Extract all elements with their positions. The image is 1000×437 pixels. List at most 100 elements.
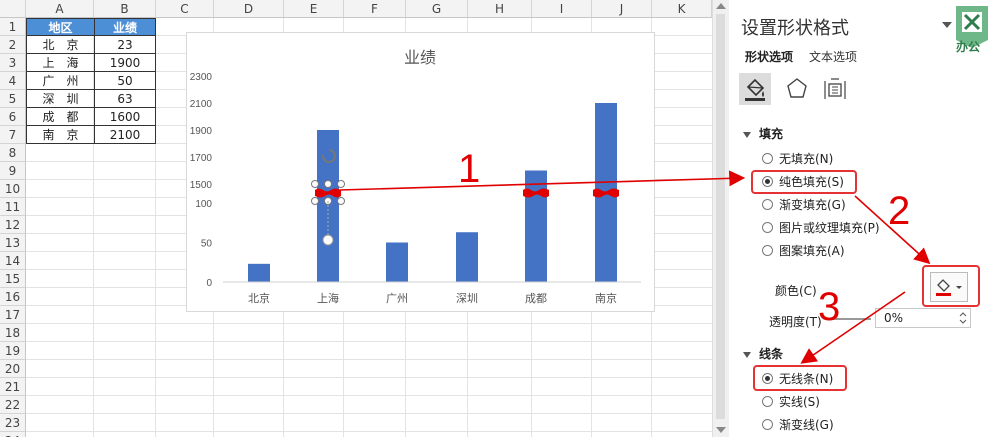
table-cell-region[interactable]: 成 都 <box>26 108 95 126</box>
chart-category-label: 南京 <box>595 291 617 305</box>
col-header-i[interactable]: I <box>532 0 592 18</box>
row-header-2[interactable]: 2 <box>0 36 26 54</box>
row-header-9[interactable]: 9 <box>0 162 26 180</box>
fill-option-0[interactable]: 无填充(N) <box>762 151 833 167</box>
vertical-scrollbar[interactable] <box>712 0 729 437</box>
chart-canvas: 业绩北京 上海 广州 深圳 成都 南京 1500 1700 1900 2100 2300 0 50 100 <box>190 49 641 305</box>
grid-row-line <box>26 395 712 396</box>
scroll-down-icon[interactable] <box>716 427 726 433</box>
col-header-k[interactable]: K <box>652 0 712 18</box>
transparency-label: 透明度(T) <box>769 315 822 329</box>
chart-ytick-label: 1900 <box>190 126 213 137</box>
table-cell-region[interactable]: 深 圳 <box>26 90 95 108</box>
fill-option-4[interactable]: 图案填充(A) <box>762 243 845 259</box>
table-cell-region[interactable]: 南 京 <box>26 126 95 144</box>
row-header-4[interactable]: 4 <box>0 72 26 90</box>
col-header-g[interactable]: G <box>406 0 468 18</box>
table-cell-sales[interactable]: 50 <box>94 72 156 90</box>
tab-text-options[interactable]: 文本选项 <box>809 48 857 65</box>
radio-icon[interactable] <box>762 222 773 233</box>
grid-row-line <box>26 377 712 378</box>
line-option-2[interactable]: 渐变线(G) <box>762 417 834 433</box>
row-header-7[interactable]: 7 <box>0 126 26 144</box>
row-header-13[interactable]: 13 <box>0 234 26 252</box>
radio-icon[interactable] <box>762 199 773 210</box>
chart-category-label: 上海 <box>317 291 339 305</box>
chart-category-label: 广州 <box>386 292 408 305</box>
panel-dropdown-icon[interactable] <box>942 22 952 28</box>
chart-bar-0 <box>248 263 270 282</box>
col-header-c[interactable]: C <box>156 0 214 18</box>
col-header-e[interactable]: E <box>284 0 344 18</box>
row-header-3[interactable]: 3 <box>0 54 26 72</box>
chart-ytick-label: 2100 <box>190 99 213 110</box>
row-header-5[interactable]: 5 <box>0 90 26 108</box>
selection-handle <box>311 197 319 205</box>
table-cell-region[interactable]: 上 海 <box>26 54 95 72</box>
row-header-21[interactable]: 21 <box>0 378 26 396</box>
fill-option-label: 图案填充(A) <box>779 244 845 258</box>
row-header-12[interactable]: 12 <box>0 216 26 234</box>
fill-section-label: 填充 <box>759 127 784 141</box>
tab-shape-options[interactable]: 形状选项 <box>745 48 793 65</box>
col-header-h[interactable]: H <box>468 0 532 18</box>
col-header-f[interactable]: F <box>344 0 406 18</box>
table-cell-sales[interactable]: 63 <box>94 90 156 108</box>
table-cell-region[interactable]: 北 京 <box>26 36 95 54</box>
row-header-19[interactable]: 19 <box>0 342 26 360</box>
col-header-d[interactable]: D <box>214 0 284 18</box>
row-header-18[interactable]: 18 <box>0 324 26 342</box>
table-cell-region[interactable]: 广 州 <box>26 72 95 90</box>
col-header-a[interactable]: A <box>26 0 94 18</box>
row-header-10[interactable]: 10 <box>0 180 26 198</box>
row-header-1[interactable]: 1 <box>0 18 26 36</box>
row-header-24[interactable]: 24 <box>0 432 26 437</box>
line-section-label: 线条 <box>759 347 784 361</box>
fill-option-label: 渐变填充(G) <box>779 198 846 212</box>
bar-chart[interactable]: 业绩 北京 上海 广州 深圳 成都 南京 1500 1700 1900 2100 2300 0 50 100 <box>186 32 655 312</box>
grid-row-line <box>26 431 712 432</box>
scroll-thumb[interactable] <box>716 14 725 419</box>
row-header-17[interactable]: 17 <box>0 306 26 324</box>
row-header-16[interactable]: 16 <box>0 288 26 306</box>
fill-option-label: 无填充(N) <box>779 152 834 166</box>
fill-option-2[interactable]: 渐变填充(G) <box>762 197 846 213</box>
row-header-15[interactable]: 15 <box>0 270 26 288</box>
line-option-1[interactable]: 实线(S) <box>762 394 820 410</box>
selection-handle <box>311 180 319 188</box>
radio-icon[interactable] <box>762 245 773 256</box>
col-header-j[interactable]: J <box>592 0 652 18</box>
row-header-11[interactable]: 11 <box>0 198 26 216</box>
table-header-region[interactable]: 地区 <box>26 18 95 36</box>
transparency-input[interactable]: 0% <box>875 308 971 328</box>
row-header-22[interactable]: 22 <box>0 396 26 414</box>
row-header-8[interactable]: 8 <box>0 144 26 162</box>
select-all-corner[interactable] <box>0 0 26 18</box>
size-properties-tab[interactable] <box>819 73 851 105</box>
fill-line-tab[interactable] <box>739 73 771 105</box>
watermark-text: 办公 <box>956 40 981 54</box>
chart-ytick-label: 100 <box>195 199 212 210</box>
scroll-up-icon[interactable] <box>716 3 726 9</box>
row-header-14[interactable]: 14 <box>0 252 26 270</box>
color-label: 颜色(C) <box>775 284 817 298</box>
paint-bucket-icon <box>745 78 765 101</box>
line-section-header[interactable]: 线条 <box>743 345 783 362</box>
row-header-23[interactable]: 23 <box>0 414 26 432</box>
table-cell-sales[interactable]: 1900 <box>94 54 156 72</box>
table-cell-sales[interactable]: 1600 <box>94 108 156 126</box>
radio-icon[interactable] <box>762 396 773 407</box>
table-cell-sales[interactable]: 2100 <box>94 126 156 144</box>
transparency-slider[interactable] <box>831 318 871 320</box>
table-cell-sales[interactable]: 23 <box>94 36 156 54</box>
radio-icon[interactable] <box>762 419 773 430</box>
spinner-icon[interactable] <box>958 309 968 327</box>
col-header-b[interactable]: B <box>94 0 156 18</box>
fill-section-header[interactable]: 填充 <box>743 125 783 142</box>
row-header-6[interactable]: 6 <box>0 108 26 126</box>
fill-option-3[interactable]: 图片或纹理填充(P) <box>762 220 880 236</box>
effects-tab[interactable] <box>781 73 813 105</box>
row-header-20[interactable]: 20 <box>0 360 26 378</box>
radio-icon[interactable] <box>762 153 773 164</box>
table-header-sales[interactable]: 业绩 <box>94 18 156 36</box>
